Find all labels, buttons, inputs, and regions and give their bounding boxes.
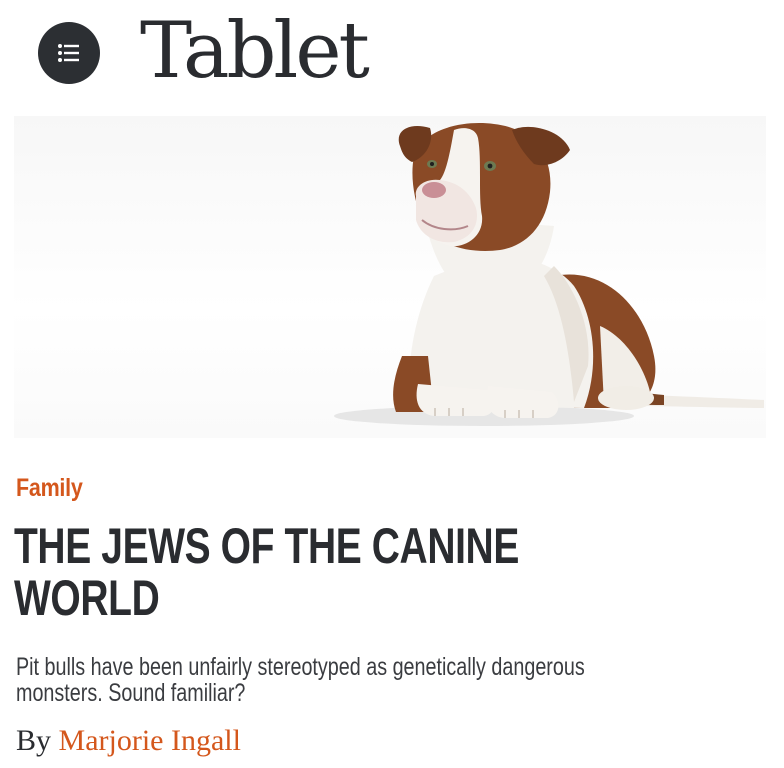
hero-image	[14, 116, 766, 438]
pit-bull-dog-photo	[334, 123, 764, 426]
author-link[interactable]: Marjorie Ingall	[59, 724, 241, 757]
byline-prefix: By	[16, 724, 52, 757]
menu-list-icon	[58, 44, 79, 62]
dek-line-1: Pit bulls have been unfairly stereotyped…	[16, 653, 585, 681]
dek-line-2: monsters. Sound familiar?	[16, 679, 246, 707]
article-dek: Pit bulls have been unfairly stereotyped…	[16, 654, 711, 706]
category-label[interactable]: Family	[16, 474, 83, 503]
headline-line-1: THE JEWS OF THE CANINE	[14, 518, 519, 574]
article-headline[interactable]: THE JEWS OF THE CANINE WORLD	[14, 520, 700, 624]
menu-button[interactable]	[38, 22, 100, 84]
byline: By Marjorie Ingall	[16, 724, 241, 758]
site-header: Tablet	[0, 0, 784, 110]
site-logo[interactable]: Tablet	[140, 6, 370, 96]
headline-line-2: WORLD	[14, 570, 160, 626]
